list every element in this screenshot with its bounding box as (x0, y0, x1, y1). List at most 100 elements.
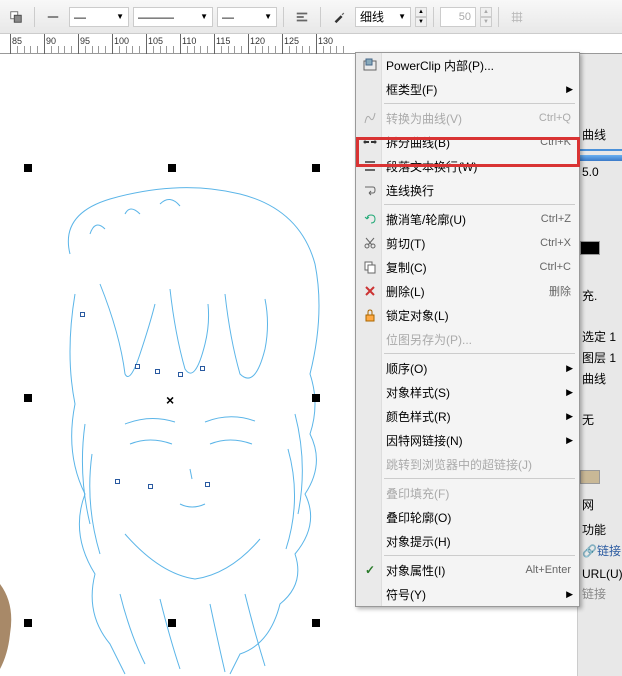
menu-item-breakapart[interactable]: 拆分曲线(B)Ctrl+K (356, 130, 579, 154)
menu-item-saveas: 位图另存为(P)... (356, 327, 579, 351)
menu-item-label: 对象提示(H) (386, 533, 571, 550)
line-pattern-dropdown[interactable]: ———▼ (133, 7, 213, 27)
menu-separator (384, 353, 575, 354)
menu-item-label: 框类型(F) (386, 81, 571, 98)
bring-front-icon[interactable] (4, 5, 28, 29)
menu-item-jumplink: 跳转到浏览器中的超链接(J) (356, 452, 579, 476)
selection-handle[interactable] (312, 619, 320, 627)
stroke-spin[interactable]: ▲▼ (415, 7, 427, 27)
menu-item-label: 叠印轮廓(O) (386, 509, 571, 526)
menu-item-powerclip[interactable]: PowerClip 内部(P)... (356, 53, 579, 77)
menu-item-overoutline[interactable]: 叠印轮廓(O) (356, 505, 579, 529)
menu-item-label: 拆分曲线(B) (386, 134, 540, 151)
menu-item-shortcut: Alt+Enter (525, 564, 571, 576)
selection-handle[interactable] (168, 164, 176, 172)
menu-separator (384, 204, 575, 205)
selection-handle[interactable] (312, 164, 320, 172)
node-anchor[interactable] (148, 484, 153, 489)
selection-handle[interactable] (24, 164, 32, 172)
menu-item-frametype[interactable]: 框类型(F)▶ (356, 77, 579, 101)
selection-handle[interactable] (168, 619, 176, 627)
menu-item-objstyle[interactable]: 对象样式(S)▶ (356, 380, 579, 404)
panel-url-label: URL(U): (578, 565, 622, 583)
menu-item-undo[interactable]: 撤消笔/轮廓(U)Ctrl+Z (356, 207, 579, 231)
menu-item-copy[interactable]: 复制(C)Ctrl+C (356, 255, 579, 279)
menu-item-cut[interactable]: 剪切(T)Ctrl+X (356, 231, 579, 255)
menu-item-hyperlink[interactable]: 因特网链接(N)▶ (356, 428, 579, 452)
selection-center[interactable]: × (166, 392, 174, 408)
line-start-dropdown[interactable]: —▼ (69, 7, 129, 27)
break-icon (362, 134, 378, 150)
menu-item-label: 复制(C) (386, 259, 540, 276)
menu-item-objhint[interactable]: 对象提示(H) (356, 529, 579, 553)
menu-item-shortcut: Ctrl+Q (539, 112, 571, 124)
node-anchor[interactable] (115, 479, 120, 484)
submenu-arrow-icon: ▶ (566, 387, 573, 398)
menu-item-linewrap[interactable]: 连线换行 (356, 178, 579, 202)
menu-item-objprop[interactable]: ✓对象属性(I)Alt+Enter (356, 558, 579, 582)
node-anchor[interactable] (200, 366, 205, 371)
lock-icon (362, 307, 378, 323)
line-style-start-icon[interactable] (41, 5, 65, 29)
selection-handle[interactable] (312, 394, 320, 402)
node-anchor[interactable] (80, 312, 85, 317)
delete-icon (362, 283, 378, 299)
copy-icon (362, 259, 378, 275)
menu-separator (384, 555, 575, 556)
submenu-arrow-icon: ▶ (566, 435, 573, 446)
menu-item-label: 转换为曲线(V) (386, 110, 539, 127)
panel-link-label[interactable]: 🔗链接 (578, 540, 622, 561)
panel-selected-label: 选定 1 (578, 326, 622, 347)
node-anchor[interactable] (205, 482, 210, 487)
menu-item-order[interactable]: 顺序(O)▶ (356, 356, 579, 380)
selection-handle[interactable] (24, 394, 32, 402)
menu-item-label: 剪切(T) (386, 235, 540, 252)
menu-item-label: 符号(Y) (386, 586, 571, 603)
undo-icon (362, 211, 378, 227)
panel-curve-label2: 曲线 (578, 368, 622, 389)
stroke-style-dropdown[interactable]: 细线▼ (355, 7, 411, 27)
menu-item-lock[interactable]: 锁定对象(L) (356, 303, 579, 327)
panel-curve-label: 曲线 (578, 124, 622, 145)
panel-value: 5.0 (578, 163, 622, 181)
menu-item-label: 顺序(O) (386, 360, 571, 377)
node-anchor[interactable] (155, 369, 160, 374)
menu-item-colorstyle[interactable]: 颜色样式(R)▶ (356, 404, 579, 428)
menu-item-paratext[interactable]: 段落文本换行(W) (356, 154, 579, 178)
menu-item-symbol[interactable]: 符号(Y)▶ (356, 582, 579, 606)
menu-item-label: 段落文本换行(W) (386, 158, 571, 175)
powerclip-icon (362, 57, 378, 73)
menu-item-tocurves: 转换为曲线(V)Ctrl+Q (356, 106, 579, 130)
panel-fill-label: 充. (578, 285, 622, 306)
paratext-icon (362, 158, 378, 174)
menu-item-delete[interactable]: 删除(L)删除 (356, 279, 579, 303)
submenu-arrow-icon: ▶ (566, 84, 573, 95)
wrap-text-icon[interactable] (290, 5, 314, 29)
menu-item-shortcut: Ctrl+C (540, 261, 571, 273)
properties-docker: 曲线 5.0 充. 选定 1 图层 1 曲线 无 网 功能 🔗链接 URL(U)… (577, 54, 622, 676)
color-swatch-tan[interactable] (580, 470, 600, 484)
property-toolbar: —▼ ———▼ —▼ 细线▼ ▲▼ ▲▼ (0, 0, 622, 34)
menu-item-label: 删除(L) (386, 283, 549, 300)
color-swatch-black[interactable] (580, 241, 600, 255)
selection-handle[interactable] (24, 619, 32, 627)
node-anchor[interactable] (135, 364, 140, 369)
grid-snap-icon (505, 5, 529, 29)
brown-shape (0, 584, 30, 674)
curves-icon (362, 110, 378, 126)
menu-item-label: 对象样式(S) (386, 384, 571, 401)
linewrap-icon (362, 182, 378, 198)
opacity-input (440, 7, 476, 27)
menu-item-label: 跳转到浏览器中的超链接(J) (386, 456, 571, 473)
menu-item-label: 连线换行 (386, 182, 571, 199)
node-anchor[interactable] (178, 372, 183, 377)
cut-icon (362, 235, 378, 251)
pen-icon[interactable] (327, 5, 351, 29)
submenu-arrow-icon: ▶ (566, 363, 573, 374)
menu-separator (384, 103, 575, 104)
menu-item-shortcut: Ctrl+Z (541, 213, 571, 225)
line-end-dropdown[interactable]: —▼ (217, 7, 277, 27)
menu-item-label: 叠印填充(F) (386, 485, 571, 502)
menu-separator (384, 478, 575, 479)
opacity-spin: ▲▼ (480, 7, 492, 27)
